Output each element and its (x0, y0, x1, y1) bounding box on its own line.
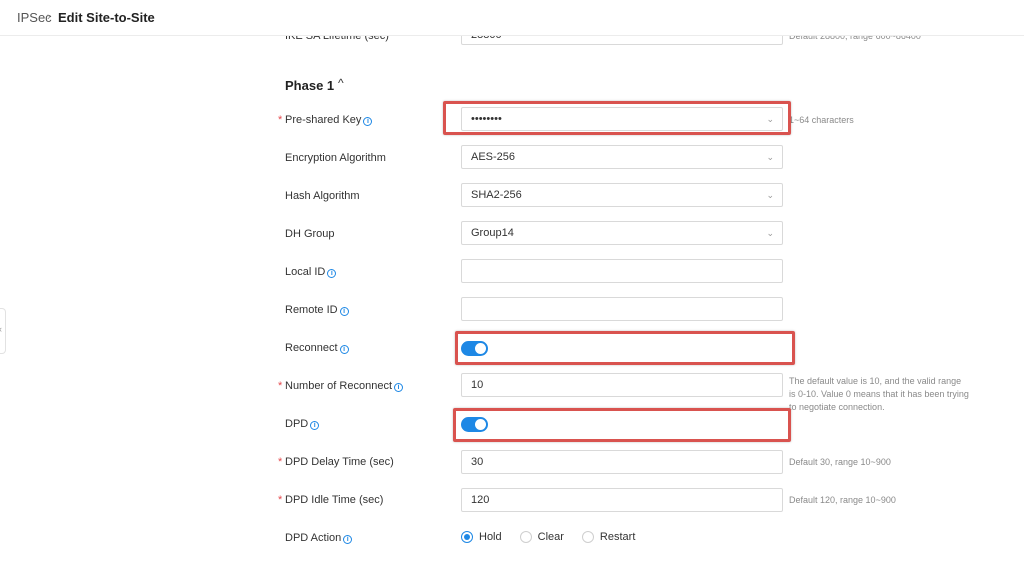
preshared-key-label: Pre-shared Key i (285, 114, 373, 126)
local-id-input[interactable] (461, 259, 783, 283)
info-icon[interactable]: i (343, 535, 353, 544)
required-marker: * (278, 494, 283, 506)
chevron-down-icon: ⌄ (766, 152, 774, 162)
remote-id-label: Remote ID i (285, 304, 349, 316)
phase1-title: Phase 1 (285, 78, 335, 93)
reconnect-label-text: Reconnect (285, 342, 338, 354)
encryption-label: Encryption Algorithm (285, 152, 386, 164)
info-icon[interactable]: i (363, 117, 373, 126)
chevron-down-icon: ⌄ (766, 190, 774, 200)
reconnect-count-value: 10 (471, 379, 484, 391)
dpd-label-text: DPD (285, 418, 309, 430)
reconnect-count-label: Number of Reconnect i (285, 380, 403, 392)
reconnect-count-label-text: Number of Reconnect (285, 380, 392, 392)
dh-group-value: Group14 (471, 227, 514, 239)
info-icon[interactable]: i (394, 383, 403, 392)
preshared-key-label-text: Pre-shared Key (285, 114, 362, 126)
toggle-knob (475, 419, 486, 430)
local-id-label-text: Local ID (285, 266, 326, 278)
preshared-key-hint: 1~64 characters (789, 115, 854, 125)
dpd-idle-hint: Default 120, range 10~900 (789, 495, 896, 505)
hash-select[interactable]: SHA2-256 ⌄ (461, 183, 783, 207)
hash-value: SHA2-256 (471, 189, 522, 201)
dpd-label: DPD i (285, 418, 320, 430)
radio-clear[interactable]: Clear (519, 531, 564, 543)
radio-dot-icon (519, 531, 532, 543)
radio-dot-icon (581, 531, 594, 543)
top-bar-overlay: IPSec › Edit Site-to-Site (0, 0, 1024, 36)
dpd-delay-input[interactable]: 30 (461, 450, 783, 474)
remote-id-label-text: Remote ID (285, 304, 338, 316)
dpd-toggle-front[interactable] (461, 417, 488, 432)
dh-group-select[interactable]: Group14 ⌄ (461, 221, 783, 245)
dpd-idle-input[interactable]: 120 (461, 488, 783, 512)
local-id-label: Local ID i (285, 266, 337, 278)
dpd-delay-label: DPD Delay Time (sec) (285, 456, 394, 468)
reconnect-label: Reconnect i (285, 342, 349, 354)
chevron-left-icon: ‹ (0, 324, 2, 334)
required-marker: * (278, 456, 283, 468)
chevron-down-icon: ⌄ (766, 228, 774, 238)
dpd-action-label-text: DPD Action (285, 532, 342, 544)
reconnect-count-hint: The default value is 10, and the valid r… (789, 376, 969, 412)
required-marker: * (278, 380, 283, 392)
radio-dot-icon (461, 531, 473, 543)
info-icon[interactable]: i (339, 345, 349, 354)
radio-clear-label: Clear (537, 531, 564, 543)
dpd-delay-hint: Default 30, range 10~900 (789, 457, 891, 467)
hash-label: Hash Algorithm (285, 190, 360, 202)
dpd-delay-value: 30 (471, 456, 484, 468)
dh-group-label: DH Group (285, 228, 335, 240)
radio-hold-label: Hold (479, 531, 502, 543)
encryption-select[interactable]: AES-256 ⌄ (461, 145, 783, 169)
breadcrumb-separator-overlay-icon: › (47, 11, 51, 23)
highlight-box-dpd (453, 408, 791, 442)
info-icon[interactable]: i (310, 421, 320, 430)
highlight-box-preshared-key (443, 101, 791, 135)
required-marker: * (278, 114, 283, 126)
dpd-idle-value: 120 (471, 494, 490, 506)
radio-restart-label: Restart (599, 531, 636, 543)
dpd-action-radio-group: Hold Clear Restart (461, 531, 653, 543)
dpd-action-label: DPD Action i (285, 532, 353, 544)
chevron-up-icon[interactable]: ^ (338, 76, 344, 90)
info-icon[interactable]: i (327, 269, 337, 278)
radio-hold[interactable]: Hold (461, 531, 502, 543)
reconnect-count-input[interactable]: 10 (461, 373, 783, 397)
dpd-idle-label: DPD Idle Time (sec) (285, 494, 384, 506)
radio-restart[interactable]: Restart (581, 531, 636, 543)
remote-id-input[interactable] (461, 297, 783, 321)
breadcrumb-current-overlay: Edit Site-to-Site (58, 10, 155, 25)
info-icon[interactable]: i (339, 307, 349, 316)
encryption-value: AES-256 (471, 151, 516, 163)
highlight-box-reconnect (455, 331, 795, 365)
sidebar-collapse-tab[interactable]: ‹ (0, 308, 6, 354)
